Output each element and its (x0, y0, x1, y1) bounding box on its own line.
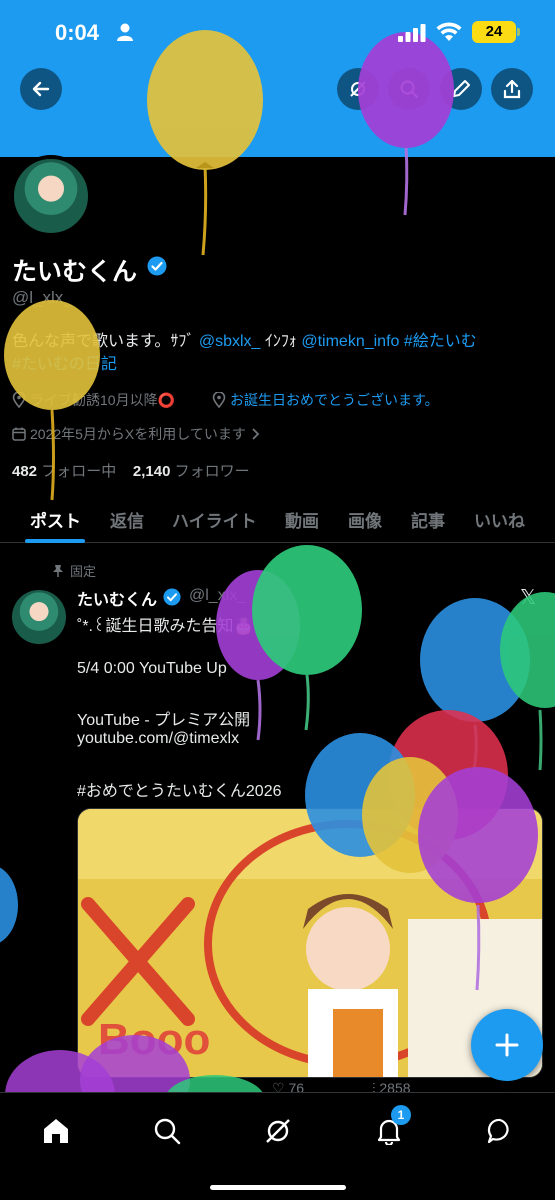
compose-button[interactable] (471, 1009, 543, 1081)
followers-link[interactable]: 2,140 フォロワー (133, 463, 250, 480)
post-author-avatar[interactable] (12, 590, 66, 644)
pinned-text: 固定 (70, 564, 97, 579)
nav-messages[interactable] (480, 1111, 520, 1151)
wifi-icon (436, 22, 462, 41)
location-pin-icon (12, 392, 26, 408)
location-text: ライブ勧誘10月以降⭕️ (30, 392, 176, 408)
plus-icon (495, 1033, 519, 1057)
profile-display-name: たいむくん (12, 258, 138, 286)
share-button[interactable] (491, 68, 533, 110)
post-link[interactable]: youtube.com/@timexlx (77, 730, 239, 748)
tab-replies[interactable]: 返信 (110, 507, 144, 532)
profile-location: ライブ勧誘10月以降⭕️ (12, 390, 175, 410)
nav-home[interactable] (36, 1111, 76, 1151)
grok-icon (266, 1119, 290, 1143)
profile-stats: 482 フォロー中 2,140 フォロワー (12, 460, 250, 481)
post-hashtag[interactable]: #おめでとうたいむくん2026 (77, 777, 282, 801)
post-line: 5/4 0:00 YouTube Up (77, 660, 227, 677)
battery-indicator: 24 (472, 21, 516, 43)
bio-hashtag-art[interactable]: #絵たいむ (404, 333, 477, 350)
tab-images[interactable]: 画像 (348, 507, 382, 532)
balloon-icon (0, 867, 18, 943)
balloon-icon (500, 592, 555, 771)
followers-label: フォロワー (174, 463, 250, 480)
birthday-link[interactable]: お誕生日おめでとうございます。 (230, 390, 439, 410)
bio-hashtag-diary[interactable]: #たいむの日記 (12, 356, 117, 373)
bio-mention-info[interactable]: @timekn_info (301, 333, 399, 350)
profile-birthday: お誕生日おめでとうございます。 (212, 390, 439, 410)
home-indicator (210, 1185, 346, 1190)
share-icon (503, 79, 521, 99)
tab-videos[interactable]: 動画 (285, 507, 319, 532)
balloon-icon (420, 598, 530, 771)
post-line: YouTube - プレミア公開 (77, 712, 251, 729)
notification-count-badge: 1 (391, 1105, 411, 1125)
status-time: 0:04 (55, 20, 100, 45)
signal-icon (398, 24, 426, 42)
profile-joined[interactable]: 2022年5月からXを利用しています (12, 424, 260, 444)
bio-text: ｲﾝﾌｫ (260, 333, 302, 350)
bottom-navigation: 1 (0, 1092, 555, 1200)
followers-count: 2,140 (132, 463, 171, 480)
location-pin-icon (212, 392, 226, 408)
search-button[interactable] (388, 68, 430, 110)
tab-likes[interactable]: いいね (474, 507, 525, 532)
tab-highlights[interactable]: ハイライト (172, 507, 257, 532)
chat-bubble-icon (487, 1118, 509, 1144)
status-bar: 0:04 24 (0, 0, 555, 70)
pinned-label: 固定 (52, 561, 96, 580)
post-line: ˚*.꒰誕生日歌みた告知🎂 (77, 618, 254, 635)
nav-search[interactable] (147, 1111, 187, 1151)
following-count: 482 (12, 463, 38, 480)
back-arrow-icon (32, 81, 50, 97)
calendar-icon (12, 427, 26, 441)
active-tab-indicator (25, 539, 85, 543)
edit-button[interactable] (440, 68, 482, 110)
profile-handle: @l_xlx_ (12, 288, 73, 307)
grok-button[interactable] (337, 68, 379, 110)
search-icon (400, 80, 419, 99)
tab-posts[interactable]: ポスト (30, 507, 81, 532)
pin-icon (53, 564, 63, 577)
profile-tabs: ポスト 返信 ハイライト 動画 画像 記事 いいね (0, 495, 555, 543)
edit-icon (453, 80, 470, 97)
person-icon (117, 23, 133, 41)
tab-articles[interactable]: 記事 (411, 507, 445, 532)
grok-icon (350, 81, 366, 97)
bio-mention-sub[interactable]: @sbxlx_ (199, 333, 261, 350)
nav-grok[interactable] (258, 1111, 298, 1151)
following-link[interactable]: 482 フォロー中 (12, 463, 116, 480)
post-author-handle: @l_xlx_ (189, 587, 247, 604)
post-author-name[interactable]: たいむくん (77, 586, 157, 610)
search-icon (154, 1118, 181, 1145)
verified-badge-icon (147, 256, 167, 276)
home-icon (44, 1119, 68, 1143)
balloon-icon (252, 545, 362, 731)
svg-text:Booo: Booo (98, 1015, 210, 1064)
joined-text: 2022年5月からXを利用しています (30, 426, 246, 442)
profile-avatar[interactable] (10, 155, 92, 237)
chevron-right-icon (252, 428, 260, 440)
following-label: フォロー中 (41, 463, 117, 480)
verified-badge-icon (163, 588, 181, 606)
battery-tip (517, 28, 520, 36)
bio-text: 色んな声で歌います。ｻﾌﾞ (12, 333, 199, 350)
back-button[interactable] (20, 68, 62, 110)
x-logo-icon: 𝕏 (520, 587, 537, 609)
profile-bio: 色んな声で歌います。ｻﾌﾞ @sbxlx_ ｲﾝﾌｫ @timekn_info … (12, 330, 542, 376)
nav-notifications[interactable]: 1 (369, 1105, 411, 1151)
